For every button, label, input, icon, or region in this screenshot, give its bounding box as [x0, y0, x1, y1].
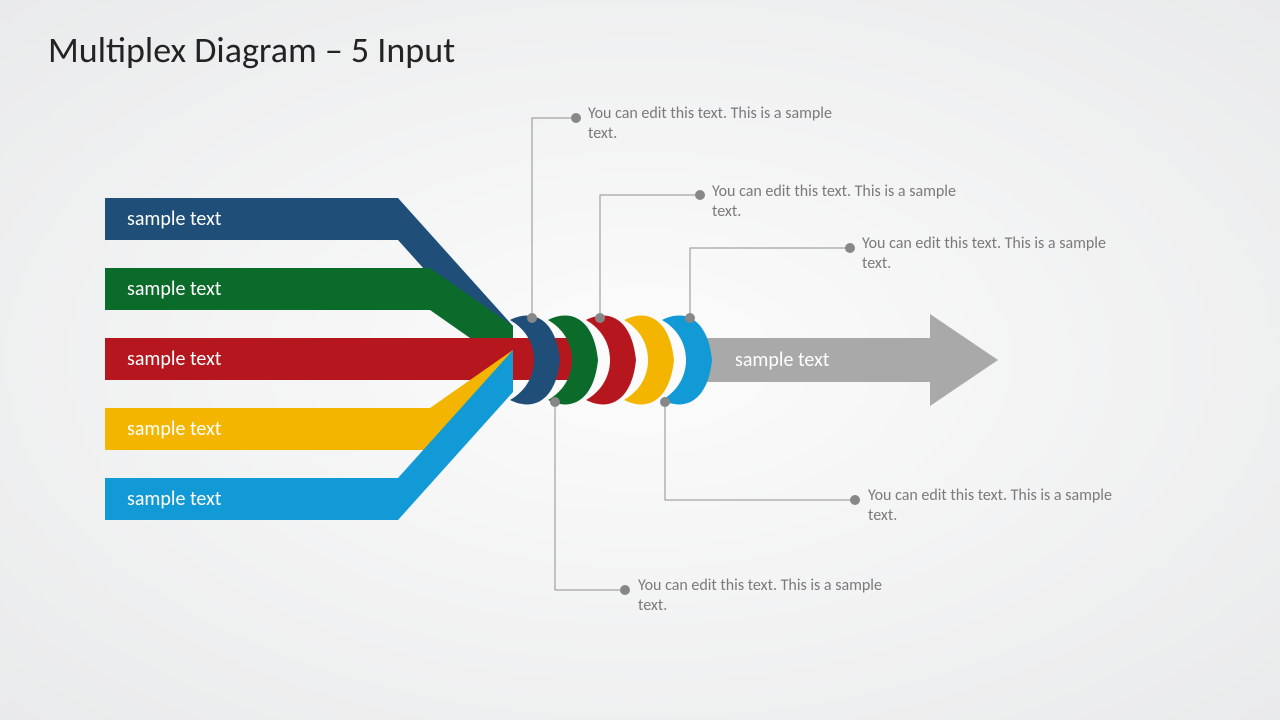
coil — [510, 316, 712, 405]
leader-c3 — [685, 243, 855, 323]
input-label-2: sample text — [105, 268, 385, 310]
input-label-1: sample text — [105, 198, 385, 240]
callout-5: You can edit this text. This is a sample… — [638, 576, 898, 616]
callout-2: You can edit this text. This is a sample… — [712, 182, 972, 222]
output-label: sample text — [735, 348, 830, 372]
leader-c5 — [550, 397, 630, 595]
leader-c1 — [527, 113, 581, 323]
input-label-5: sample text — [105, 478, 385, 520]
input-label-4: sample text — [105, 408, 385, 450]
leader-c4 — [660, 397, 860, 505]
input-label-3: sample text — [105, 338, 385, 380]
callout-4: You can edit this text. This is a sample… — [868, 486, 1128, 526]
callout-1: You can edit this text. This is a sample… — [588, 104, 848, 144]
callout-3: You can edit this text. This is a sample… — [862, 234, 1122, 274]
diagram-stage: sample text sample text sample text samp… — [0, 0, 1280, 720]
leader-c2 — [595, 190, 705, 323]
